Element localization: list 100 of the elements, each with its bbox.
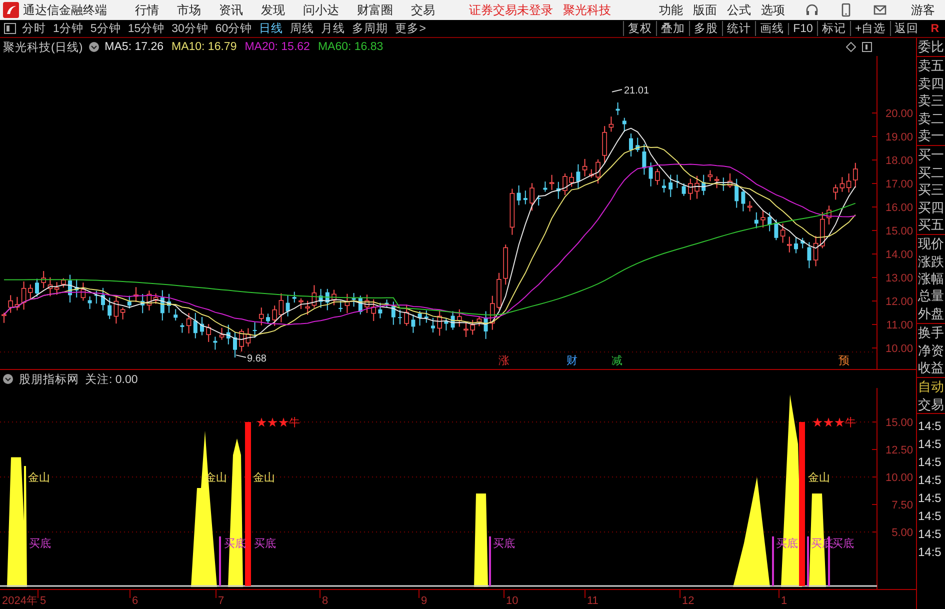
dropdown-circle-icon[interactable] bbox=[3, 374, 13, 384]
login-status[interactable]: 证券交易未登录 bbox=[469, 2, 553, 18]
candlestick bbox=[252, 322, 257, 338]
toolbar-button[interactable]: 多股 bbox=[689, 21, 722, 36]
buy-bottom-label: 买底 bbox=[254, 538, 276, 550]
trade-tab[interactable]: 交易 bbox=[917, 396, 945, 414]
candlestick bbox=[233, 331, 237, 358]
tool-menu-item[interactable]: 选项 bbox=[761, 2, 785, 18]
jinshan-label: 金山 bbox=[28, 472, 50, 484]
period-tab[interactable]: 30分钟 bbox=[172, 21, 208, 36]
quote-field-label: 买五 bbox=[918, 216, 945, 234]
toolbar-button[interactable]: 复权 bbox=[623, 21, 656, 36]
toolbar-button[interactable]: 画线 bbox=[755, 21, 788, 36]
toolbar-button[interactable]: 返回 bbox=[890, 21, 923, 36]
quote-field-label: 总量 bbox=[918, 287, 945, 305]
diamond-icon[interactable] bbox=[846, 42, 856, 52]
candlestick bbox=[278, 292, 284, 323]
tool-menu-item[interactable]: 版面 bbox=[693, 2, 717, 18]
r-badge[interactable]: R bbox=[930, 22, 939, 34]
price-tick-label: 14.00 bbox=[885, 249, 913, 261]
period-tab[interactable]: 多周期 bbox=[352, 21, 388, 36]
buy-bottom-label: 买底 bbox=[832, 538, 854, 550]
period-tab[interactable]: 日线 bbox=[259, 21, 284, 36]
price-tick-label: 15.00 bbox=[885, 226, 913, 238]
tick-time: 14:5 bbox=[917, 454, 942, 472]
jinshan-label: 金山 bbox=[808, 472, 830, 484]
candlestick bbox=[305, 300, 310, 316]
toolbar-button[interactable]: F10 bbox=[788, 22, 817, 34]
menu-item[interactable]: 行情 bbox=[135, 2, 159, 18]
candlestick bbox=[450, 310, 455, 330]
candlestick bbox=[186, 312, 192, 334]
menu-item[interactable]: 财富圈 bbox=[357, 2, 393, 18]
toolbar-button[interactable]: 标记 bbox=[816, 21, 850, 36]
date-label: 8 bbox=[322, 595, 328, 607]
jinshan-label: 金山 bbox=[253, 472, 275, 484]
candlestick bbox=[61, 278, 66, 288]
headset-icon[interactable] bbox=[805, 3, 819, 17]
candlestick bbox=[418, 310, 422, 326]
mail-icon[interactable] bbox=[873, 3, 887, 17]
candlestick bbox=[28, 284, 33, 300]
candlestick bbox=[496, 272, 502, 310]
quote-field-label: 卖二 bbox=[918, 110, 945, 127]
candlestick bbox=[741, 188, 746, 212]
menu-item[interactable]: 交易 bbox=[411, 2, 435, 18]
quote-field-label: 买四 bbox=[918, 198, 945, 216]
period-tab[interactable]: 60分钟 bbox=[215, 21, 252, 36]
candlestick bbox=[213, 336, 218, 350]
candlestick bbox=[174, 308, 178, 322]
tool-menu-item[interactable]: 公式 bbox=[727, 2, 751, 18]
quote-field-label: 净资 bbox=[918, 342, 945, 360]
candlestick bbox=[364, 294, 370, 314]
period-tab[interactable]: 15分钟 bbox=[128, 21, 165, 36]
candlestick bbox=[378, 302, 382, 319]
toolbar-button[interactable]: 叠加 bbox=[656, 21, 690, 36]
candlestick bbox=[648, 162, 653, 187]
window-icon[interactable] bbox=[862, 42, 872, 52]
candlestick bbox=[41, 270, 46, 289]
candlestick bbox=[371, 298, 376, 322]
candlestick bbox=[734, 178, 739, 208]
period-tab[interactable]: 分时 bbox=[22, 21, 46, 36]
quote-field-label: 换手 bbox=[918, 324, 945, 342]
candlestick bbox=[800, 237, 805, 249]
tick-time: 14:5 bbox=[917, 436, 942, 454]
tick-time: 14:5 bbox=[917, 472, 942, 490]
candlestick bbox=[206, 324, 211, 342]
candlestick bbox=[636, 137, 640, 152]
toolbar-button[interactable]: +自选 bbox=[850, 21, 890, 36]
period-tab[interactable]: 月线 bbox=[321, 21, 346, 36]
candlestick bbox=[562, 173, 568, 196]
period-tab[interactable]: 1分钟 bbox=[53, 21, 84, 36]
menu-item[interactable]: 问小达 bbox=[303, 2, 339, 18]
candlestick bbox=[398, 309, 402, 325]
signal-line bbox=[772, 536, 774, 586]
panel-toggle-icon[interactable] bbox=[4, 23, 16, 34]
menu-item[interactable]: 资讯 bbox=[219, 2, 243, 18]
candlestick bbox=[543, 181, 548, 192]
moving-average-value: MA60: 16.83 bbox=[318, 41, 384, 53]
candlestick bbox=[476, 316, 482, 327]
user-label[interactable]: 游客 bbox=[911, 2, 935, 18]
dropdown-circle-icon[interactable] bbox=[88, 42, 99, 52]
candlestick bbox=[292, 291, 296, 304]
tool-menu-item[interactable]: 功能 bbox=[659, 2, 683, 18]
period-tab[interactable]: 更多> bbox=[395, 21, 426, 36]
toolbar-button[interactable]: 统计 bbox=[722, 21, 756, 36]
candlestick bbox=[675, 174, 680, 189]
price-tick-label: 16.00 bbox=[885, 202, 913, 214]
candlestick bbox=[140, 294, 145, 314]
candlestick bbox=[457, 308, 462, 328]
menu-item[interactable]: 发现 bbox=[261, 2, 285, 18]
period-tab[interactable]: 周线 bbox=[290, 21, 314, 36]
trade-tab[interactable]: 自动 bbox=[917, 378, 945, 396]
candlestick bbox=[596, 158, 600, 184]
candlestick bbox=[266, 313, 270, 324]
period-tab[interactable]: 5分钟 bbox=[90, 21, 121, 36]
phone-icon[interactable] bbox=[839, 3, 853, 17]
candlestick bbox=[589, 168, 594, 178]
menu-item[interactable]: 市场 bbox=[177, 2, 201, 18]
app-logo-icon bbox=[3, 2, 19, 18]
event-marker: 财 bbox=[566, 355, 578, 367]
candlestick bbox=[616, 102, 620, 116]
